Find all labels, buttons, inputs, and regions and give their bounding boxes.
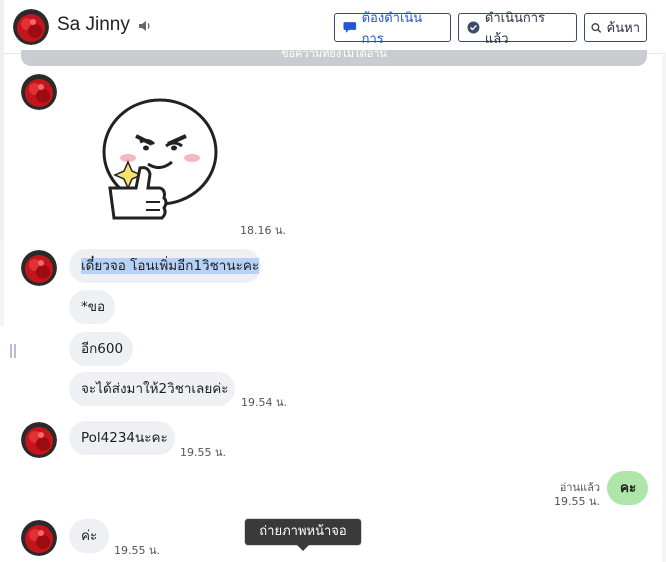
message-bubble[interactable]: เดี๋ยวจอ โอนเพิ่มอีก1วิชานะคะ [69, 249, 261, 283]
search-label: ค้นหา [606, 21, 640, 36]
tooltip-arrow [297, 545, 309, 551]
chat-window: Sa Jinny ต้องดำเนินการ ดำเนินการแล้ว ค้น… [0, 0, 666, 562]
timestamp: 19.55 น. [180, 446, 227, 459]
scrollbar-track[interactable] [662, 52, 666, 562]
contact-avatar[interactable] [13, 9, 49, 45]
message-bubble[interactable]: *ขอ [69, 290, 115, 324]
chat-bubble-icon [343, 22, 357, 33]
screenshot-tooltip: ถ่ายภาพหน้าจอ [244, 518, 362, 546]
message-bubble[interactable]: Pol4234นะคะ [69, 421, 175, 455]
resize-handle[interactable] [10, 344, 16, 358]
needs-action-label: ต้องดำเนินการ [361, 10, 423, 47]
search-button[interactable]: ค้นหา [584, 13, 647, 42]
sender-avatar[interactable] [21, 520, 57, 556]
message-bubble[interactable]: อีก600 [69, 332, 133, 366]
search-icon [591, 22, 602, 33]
contact-name: Sa Jinny [57, 14, 130, 35]
sender-avatar[interactable] [21, 74, 57, 110]
sender-avatar[interactable] [21, 422, 57, 458]
sender-avatar[interactable] [21, 250, 57, 286]
timestamp: 19.54 น. [241, 396, 288, 409]
unread-banner: ข้อความที่ยังไม่ได้อ่าน [21, 50, 647, 66]
timestamp: 19.55 น. [114, 544, 161, 557]
speaker-icon[interactable] [138, 19, 152, 33]
chat-check-icon [467, 21, 480, 34]
timestamp: 19.55 น. [553, 495, 600, 508]
needs-action-button[interactable]: ต้องดำเนินการ [334, 11, 451, 47]
message-bubble[interactable]: ค่ะ [69, 519, 109, 553]
left-panel-edge-lower [0, 240, 4, 326]
message-bubble[interactable]: จะได้ส่งมาให้2วิชาเลยค่ะ [69, 372, 235, 406]
selected-text[interactable]: เดี๋ยวจอ โอนเพิ่มอีก1วิชานะคะ [81, 258, 260, 274]
chat-header: Sa Jinny ต้องดำเนินการ ดำเนินการแล้ว ค้น… [4, 0, 662, 54]
thumbs-up-sticker[interactable] [88, 84, 224, 224]
done-button[interactable]: ดำเนินการแล้ว [458, 11, 577, 47]
outgoing-message-bubble[interactable]: คะ [607, 471, 648, 505]
done-label: ดำเนินการแล้ว [484, 10, 546, 47]
timestamp: 18.16 น. [240, 224, 287, 237]
